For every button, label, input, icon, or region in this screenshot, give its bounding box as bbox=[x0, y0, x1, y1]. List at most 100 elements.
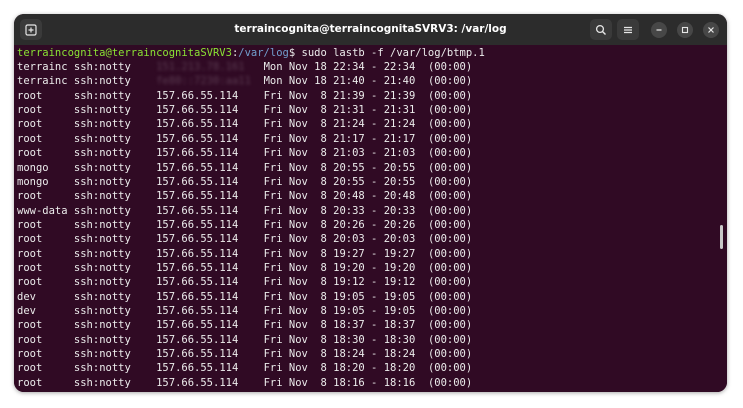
row-user: www-data bbox=[17, 204, 68, 217]
row-tty: ssh:notty bbox=[73, 190, 131, 203]
row-host: 157.66.55.114 bbox=[156, 333, 239, 346]
row-user: dev bbox=[17, 290, 36, 303]
row-tty: ssh:notty bbox=[73, 348, 131, 360]
hamburger-menu-icon bbox=[624, 26, 632, 33]
log-row: root ssh:notty 157.66.55.114 Fri Nov 8 2… bbox=[17, 103, 472, 117]
row-time: Mon Nov 18 22:34 - 22:34 (00:00) bbox=[263, 61, 473, 73]
row-time: Fri Nov 8 20:48 - 20:48 (00:00) bbox=[263, 190, 473, 203]
row-user: root bbox=[17, 247, 43, 260]
maximize-icon bbox=[681, 26, 689, 34]
row-tty: ssh:notty bbox=[73, 276, 131, 289]
row-tty: ssh:notty bbox=[73, 75, 131, 88]
row-host: 157.66.55.114 bbox=[156, 319, 239, 332]
row-tty: ssh:notty bbox=[73, 247, 131, 260]
prompt-command: sudo lastb -f /var/log/btmp.1 bbox=[295, 47, 485, 59]
row-host: 157.66.55.114 bbox=[156, 204, 239, 217]
terminal-window: terraincognita@terraincognitaSVRV3: /var… bbox=[14, 14, 727, 392]
row-tty: ssh:notty bbox=[73, 362, 131, 375]
menu-button[interactable] bbox=[617, 19, 639, 40]
row-user: terrainc bbox=[17, 75, 68, 88]
row-time: Fri Nov 8 21:39 - 21:39 (00:00) bbox=[263, 89, 473, 102]
row-user: root bbox=[17, 147, 43, 160]
maximize-button[interactable] bbox=[677, 22, 693, 38]
search-button[interactable] bbox=[590, 19, 612, 40]
log-row: dev ssh:notty 157.66.55.114 Fri Nov 8 19… bbox=[17, 304, 472, 318]
close-button[interactable] bbox=[703, 22, 719, 38]
row-user: root bbox=[17, 218, 43, 231]
prompt-path: /var/log bbox=[238, 47, 289, 59]
log-row: root ssh:notty 157.66.55.114 Fri Nov 8 1… bbox=[17, 318, 472, 332]
row-host: 157.66.55.114 bbox=[156, 190, 239, 203]
row-time: Fri Nov 8 20:55 - 20:55 (00:00) bbox=[263, 175, 473, 188]
row-tty: ssh:notty bbox=[73, 118, 131, 131]
row-host: 157.66.55.114 bbox=[156, 89, 239, 102]
row-host: 157.66.55.114 bbox=[156, 147, 239, 160]
row-time: Fri Nov 8 18:16 - 18:16 (00:00) bbox=[263, 376, 473, 389]
row-host: 151.213.78.161 bbox=[156, 61, 245, 73]
log-row: root ssh:notty 157.66.55.114 Fri Nov 8 2… bbox=[17, 132, 472, 146]
log-row: root ssh:notty 157.66.55.114 Fri Nov 8 2… bbox=[17, 146, 472, 160]
row-time: Fri Nov 8 19:20 - 19:20 (00:00) bbox=[263, 261, 473, 274]
log-row: terrainc ssh:notty fe80::7230:aa11 Mon N… bbox=[17, 74, 472, 88]
minimize-button[interactable] bbox=[651, 22, 667, 38]
row-tty: ssh:notty bbox=[73, 319, 131, 332]
row-user: root bbox=[17, 319, 43, 332]
row-user: terrainc bbox=[17, 61, 68, 73]
row-tty: ssh:notty bbox=[73, 333, 131, 346]
row-host: 157.66.55.114 bbox=[156, 118, 239, 131]
row-tty: ssh:notty bbox=[73, 376, 131, 389]
row-time: Fri Nov 8 18:20 - 18:20 (00:00) bbox=[263, 362, 473, 375]
row-tty: ssh:notty bbox=[73, 104, 131, 116]
log-row: terrainc ssh:notty 151.213.78.161 Mon No… bbox=[17, 60, 472, 74]
scrollbar-thumb[interactable] bbox=[720, 225, 723, 249]
row-time: Mon Nov 18 21:40 - 21:40 (00:00) bbox=[263, 75, 473, 88]
row-tty: ssh:notty bbox=[73, 61, 131, 73]
row-host: 157.66.55.114 bbox=[156, 132, 239, 145]
row-tty: ssh:notty bbox=[73, 175, 131, 188]
row-time: Fri Nov 8 19:05 - 19:05 (00:00) bbox=[263, 290, 473, 303]
row-tty: ssh:notty bbox=[73, 290, 131, 303]
row-tty: ssh:notty bbox=[73, 261, 131, 274]
log-row: root ssh:notty 157.66.55.114 Fri Nov 8 1… bbox=[17, 247, 472, 261]
row-host: 157.66.55.114 bbox=[156, 290, 239, 303]
log-row: www-data ssh:notty 157.66.55.114 Fri Nov… bbox=[17, 204, 472, 218]
row-user: dev bbox=[17, 304, 36, 317]
row-tty: ssh:notty bbox=[73, 132, 131, 145]
row-tty: ssh:notty bbox=[73, 233, 131, 246]
row-user: root bbox=[17, 104, 43, 116]
row-time: Fri Nov 8 19:27 - 19:27 (00:00) bbox=[263, 247, 473, 260]
log-row: mongo ssh:notty 157.66.55.114 Fri Nov 8 … bbox=[17, 161, 472, 175]
log-row: root ssh:notty 157.66.55.114 Fri Nov 8 1… bbox=[17, 275, 472, 289]
minimize-icon bbox=[656, 29, 662, 31]
prompt-user-host: terraincognita@terraincognitaSVRV3 bbox=[17, 47, 232, 59]
search-icon bbox=[595, 24, 606, 35]
row-host: 157.66.55.114 bbox=[156, 304, 239, 317]
log-row: root ssh:notty 157.66.55.114 Fri Nov 8 1… bbox=[17, 361, 472, 375]
log-row: mongo ssh:notty 157.66.55.114 Fri Nov 8 … bbox=[17, 175, 472, 189]
title-bar[interactable]: terraincognita@terraincognitaSVRV3: /var… bbox=[14, 14, 727, 45]
row-user: root bbox=[17, 132, 43, 145]
row-time: Fri Nov 8 21:24 - 21:24 (00:00) bbox=[263, 118, 473, 131]
row-host: 157.66.55.114 bbox=[156, 247, 239, 260]
close-icon bbox=[708, 27, 714, 33]
row-user: root bbox=[17, 376, 43, 389]
row-host: 157.66.55.114 bbox=[156, 218, 239, 231]
row-user: root bbox=[17, 348, 43, 360]
row-tty: ssh:notty bbox=[73, 89, 131, 102]
row-time: Fri Nov 8 18:37 - 18:37 (00:00) bbox=[263, 319, 473, 332]
row-tty: ssh:notty bbox=[73, 147, 131, 160]
row-time: Fri Nov 8 19:12 - 19:12 (00:00) bbox=[263, 276, 473, 289]
row-host: 157.66.55.114 bbox=[156, 175, 239, 188]
row-user: root bbox=[17, 362, 43, 375]
log-row: root ssh:notty 157.66.55.114 Fri Nov 8 2… bbox=[17, 218, 472, 232]
row-time: Fri Nov 8 21:31 - 21:31 (00:00) bbox=[263, 104, 473, 116]
log-row: root ssh:notty 157.66.55.114 Fri Nov 8 2… bbox=[17, 232, 472, 246]
row-host: 157.66.55.114 bbox=[156, 376, 239, 389]
row-user: root bbox=[17, 190, 43, 203]
row-host: 157.66.55.114 bbox=[156, 362, 239, 375]
terminal-output[interactable]: terraincognita@terraincognitaSVRV3:/var/… bbox=[14, 45, 727, 392]
row-time: Fri Nov 8 18:24 - 18:24 (00:00) bbox=[263, 348, 473, 360]
log-row: root ssh:notty 157.66.55.114 Fri Nov 8 1… bbox=[17, 333, 472, 347]
row-tty: ssh:notty bbox=[73, 218, 131, 231]
row-host: 157.66.55.114 bbox=[156, 276, 239, 289]
